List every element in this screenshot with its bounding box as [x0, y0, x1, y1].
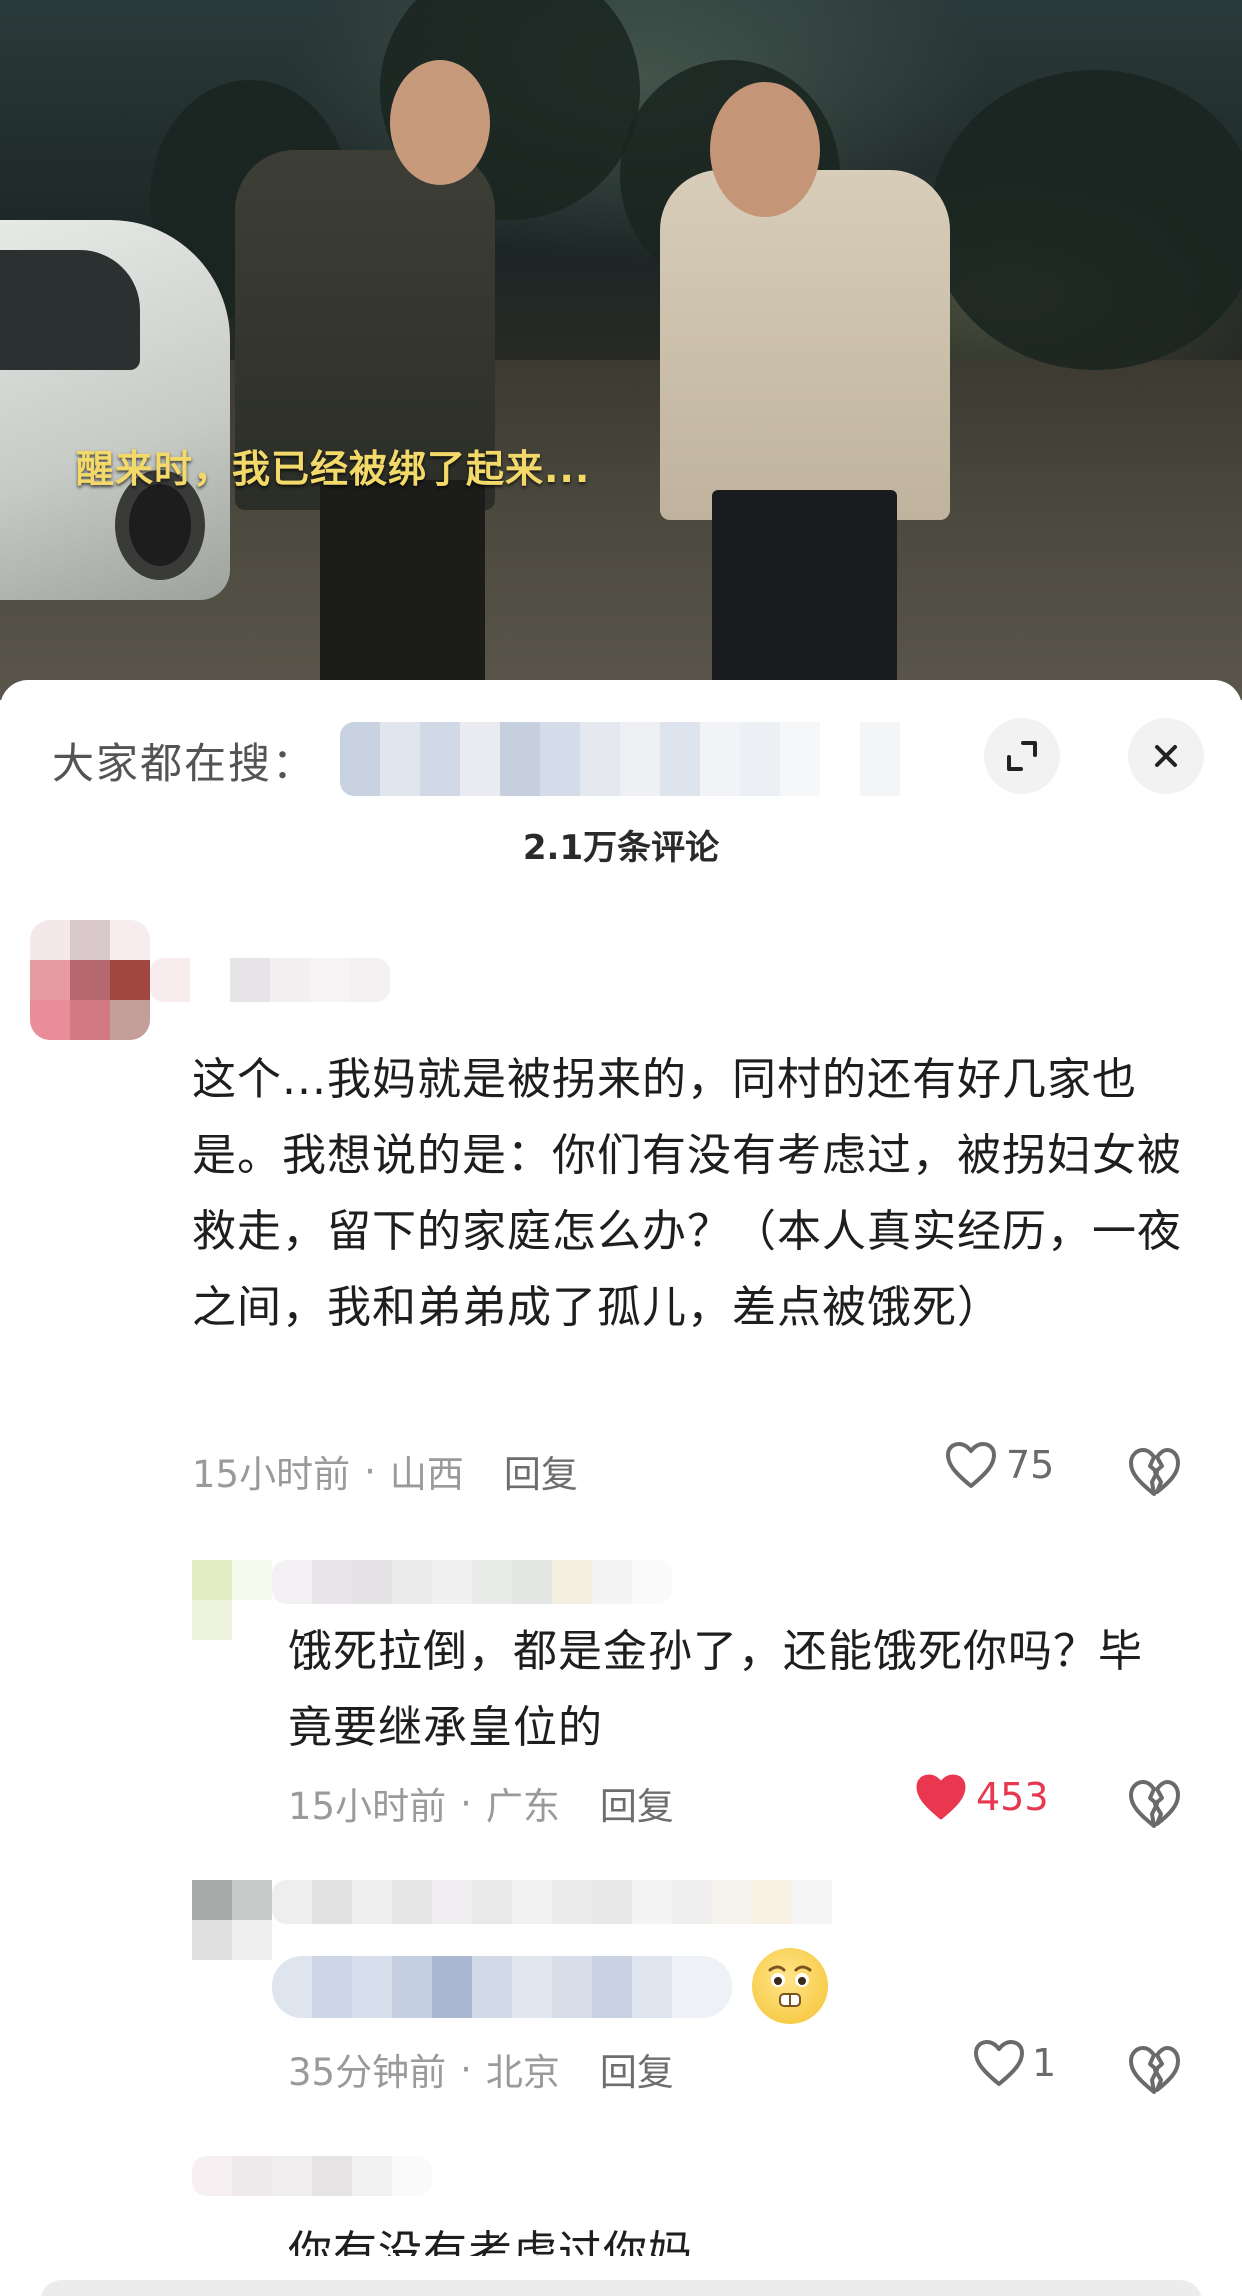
comment-text: 你有没有考虑过你妈 [288, 2227, 693, 2256]
reply-button[interactable]: 回复 [504, 1444, 578, 1498]
comment-text: 饿死拉倒，都是金孙了，还能饿死你吗？毕竟要继承皇位的 [288, 1626, 1143, 1753]
comment-count: 2.1万条评论 [522, 828, 720, 868]
avatar[interactable] [30, 920, 150, 1040]
video-car-window [0, 250, 140, 370]
video-tree [930, 70, 1242, 370]
like-count: 75 [1006, 1443, 1055, 1487]
comment-time: 15小时前 [288, 1785, 447, 1828]
like-button[interactable]: 1 [972, 2038, 1056, 2088]
comment-meta: 35分钟前 · 北京 回复 [288, 2042, 674, 2096]
expand-button[interactable] [984, 718, 1060, 794]
blurred-username[interactable] [272, 1560, 672, 1604]
trending-search-row[interactable]: 大家都在搜： [52, 730, 316, 790]
avatar[interactable] [192, 1560, 272, 1640]
like-count: 453 [976, 1775, 1049, 1819]
meta-separator: · [460, 1781, 472, 1825]
video-person-left-head [390, 60, 490, 185]
close-button[interactable] [1128, 718, 1204, 794]
comment-sheet: 大家都在搜： 2.1万条评论 这个...我妈就是被拐来的，同村的还有好几家也是。… [0, 680, 1242, 2296]
video-person-right [660, 170, 950, 520]
close-icon [1155, 745, 1177, 767]
video-person-right-legs [712, 490, 897, 700]
like-button[interactable]: 75 [944, 1440, 1054, 1490]
blurred-search-term[interactable] [340, 722, 930, 796]
broken-heart-icon[interactable] [1126, 1776, 1182, 1832]
meta-separator: · [364, 1449, 376, 1493]
blurred-comment-text [272, 1956, 732, 2018]
comment-location: 山西 [389, 1453, 464, 1496]
reply-button[interactable]: 回复 [600, 1776, 674, 1830]
blurred-username[interactable] [192, 2156, 432, 2196]
broken-heart-icon[interactable] [1126, 2042, 1182, 2098]
comment-location: 北京 [485, 2051, 560, 2094]
comment-text: 这个...我妈就是被拐来的，同村的还有好几家也是。我想说的是：你们有没有考虑过，… [192, 1054, 1182, 1333]
like-button[interactable]: 453 [914, 1772, 1049, 1822]
comment-time: 15小时前 [192, 1453, 351, 1496]
expand-icon [1007, 741, 1037, 771]
video-person-right-head [710, 82, 820, 217]
blurred-username[interactable] [272, 1880, 892, 1924]
trending-search-label: 大家都在搜： [52, 738, 317, 788]
comment-time: 35分钟前 [288, 2051, 447, 2094]
heart-outline-icon [946, 1442, 996, 1488]
heart-outline-icon [974, 2040, 1024, 2086]
comment-meta: 15小时前 · 广东 回复 [288, 1776, 674, 1830]
broken-heart-icon[interactable] [1126, 1444, 1182, 1500]
video-subtitle: 醒来时，我已经被绑了起来... [76, 447, 591, 491]
like-count: 1 [1032, 2041, 1057, 2085]
heart-filled-icon [916, 1774, 966, 1820]
comment-meta: 15小时前 · 山西 回复 [192, 1444, 578, 1498]
video-person-left-legs [320, 480, 485, 700]
grimacing-face-emoji [752, 1948, 828, 2024]
meta-separator: · [460, 2047, 472, 2091]
comment-location: 广东 [485, 1785, 560, 1828]
blurred-username[interactable] [150, 958, 390, 1002]
emoji-face-icon [768, 1965, 812, 2007]
comment-input-bar[interactable] [40, 2280, 1202, 2296]
avatar[interactable] [192, 1880, 272, 1960]
video-player[interactable]: 醒来时，我已经被绑了起来... [0, 0, 1242, 700]
reply-button[interactable]: 回复 [600, 2042, 674, 2096]
